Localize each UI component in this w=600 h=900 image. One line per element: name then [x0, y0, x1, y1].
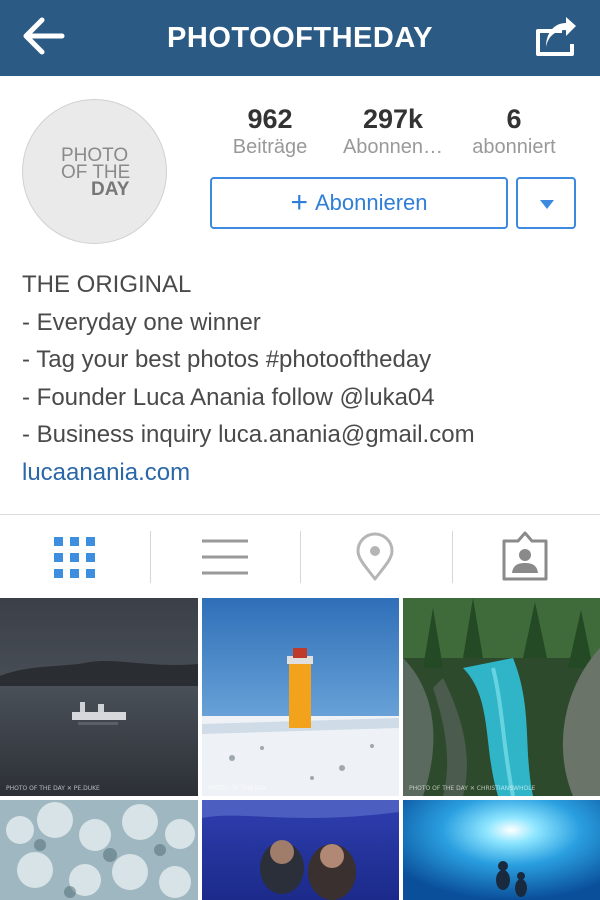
top-nav-bar: PHOTOOFTHEDAY: [0, 0, 600, 76]
bio-line: - Everyday one winner: [22, 308, 261, 336]
stat-followers[interactable]: 297k Abonnen…: [330, 104, 456, 159]
photo-tile-lighthouse[interactable]: PHOTO OF THE DAY: [202, 598, 399, 796]
stat-value: 962: [247, 104, 293, 134]
list-icon: [202, 539, 248, 575]
suggestions-dropdown-button[interactable]: [516, 177, 576, 229]
location-pin-icon: [356, 532, 394, 581]
page-title: PHOTOOFTHEDAY: [167, 22, 433, 54]
stat-label: Abonnen…: [342, 136, 444, 158]
bio-line: - Business inquiry luca.anania@gmail.com: [22, 421, 475, 448]
photo-tile-canyon-river[interactable]: PHOTO OF THE DAY ✕ CHRISTIANSWHOLE: [403, 598, 600, 796]
avatar[interactable]: PHOTO OF THE DAY: [22, 99, 167, 244]
photo-grid: PHOTO OF THE DAY ✕ PE.DUKE PHOTO OF THE …: [0, 598, 600, 900]
stat-posts[interactable]: 962 Beiträge: [215, 104, 325, 159]
bio-line: THE ORIGINAL: [22, 271, 192, 298]
photo-tile-underwater-divers[interactable]: [202, 800, 399, 900]
stat-label: abonniert: [472, 136, 556, 158]
website-link[interactable]: lucaanania.com: [22, 454, 582, 492]
caret-down-icon: [540, 200, 554, 209]
plus-icon: +: [290, 186, 308, 219]
photo-tile-lake-boat[interactable]: PHOTO OF THE DAY ✕ PE.DUKE: [0, 598, 198, 796]
grid-icon: [54, 537, 95, 578]
tagged-person-icon: [502, 531, 548, 581]
profile-tab-bar: [0, 514, 600, 598]
profile-bio: THE ORIGINAL - Everyday one winner - Tag…: [22, 266, 582, 491]
tab-map-view[interactable]: [300, 515, 450, 599]
avatar-logo-text: PHOTO OF THE DAY: [61, 146, 141, 200]
stat-value: 6: [506, 104, 522, 134]
tab-grid-view[interactable]: [0, 515, 150, 599]
stat-label: Beiträge: [232, 136, 308, 158]
avatar-logo-line: DAY: [91, 179, 130, 200]
share-icon[interactable]: [532, 14, 580, 58]
follow-button[interactable]: + Abonnieren: [210, 177, 508, 229]
tab-list-view[interactable]: [150, 515, 300, 599]
back-arrow-icon[interactable]: [20, 16, 66, 56]
follow-button-label: Abonnieren: [314, 190, 428, 215]
bio-line: - Tag your best photos #photooftheday: [22, 346, 432, 373]
photo-caption: PHOTO OF THE DAY: [208, 785, 267, 792]
photo-tile-snowy-forest[interactable]: [0, 800, 198, 900]
stat-following[interactable]: 6 abonniert: [460, 104, 568, 159]
photo-tile-scuba-sun[interactable]: [403, 800, 600, 900]
bio-line: - Founder Luca Anania follow @luka04: [22, 383, 435, 411]
stat-value: 297k: [362, 104, 424, 134]
photo-caption: PHOTO OF THE DAY ✕ CHRISTIANSWHOLE: [409, 785, 536, 792]
tab-tagged-photos[interactable]: [450, 515, 600, 599]
photo-caption: PHOTO OF THE DAY ✕ PE.DUKE: [6, 785, 100, 792]
